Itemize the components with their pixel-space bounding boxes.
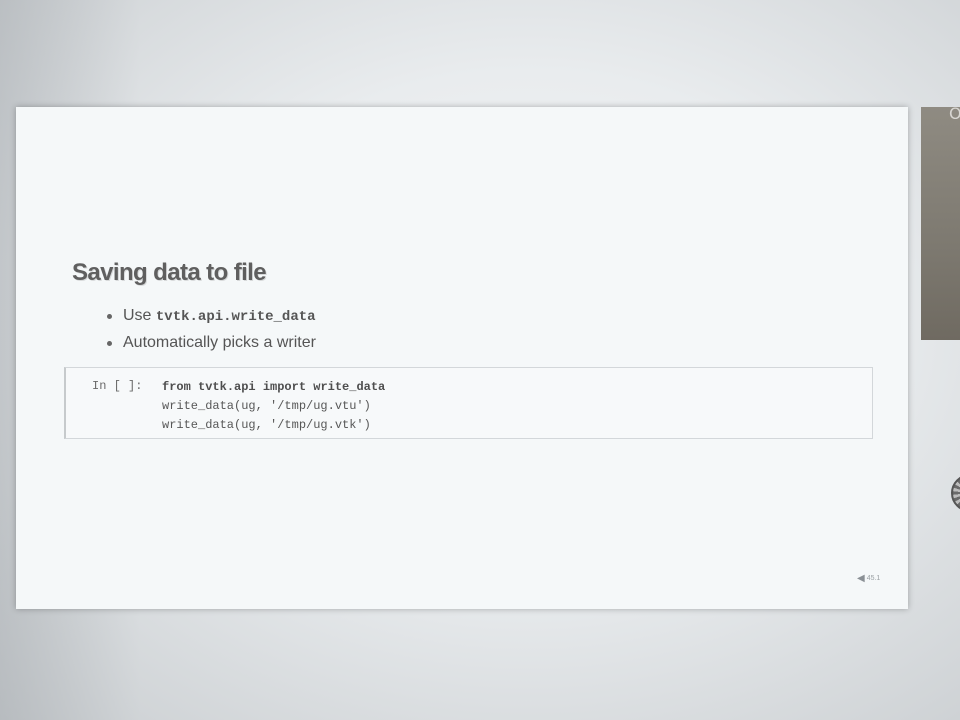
adjacent-wheel-icon <box>951 474 960 512</box>
bullet-code: tvtk.api.write_data <box>155 309 316 325</box>
bullet-item-writer: Automatically picks a writer <box>104 332 316 359</box>
slide-navigation[interactable]: ◀ 45.1 <box>857 573 880 584</box>
bullet-dot-icon <box>107 341 112 346</box>
bullet-text: Use <box>123 307 156 324</box>
code-line-3: write_data(ug, '/tmp/ug.vtk') <box>162 418 371 432</box>
bullet-item-write-data: Use tvtk.api.write_data <box>104 305 316 332</box>
slide-title: Saving data to file <box>72 259 267 286</box>
bullet-text: Automatically picks a writer <box>123 334 316 351</box>
imported-name: write_data <box>306 380 386 394</box>
code-line-2: write_data(ug, '/tmp/ug.vtu') <box>162 399 371 413</box>
module-name: tvtk.api <box>190 380 263 394</box>
code-line-1: from tvtk.api import write_data <box>162 378 385 397</box>
slide: Saving data to file Use tvtk.api.write_d… <box>16 107 908 609</box>
cell-prompt: In [ ]: <box>92 379 143 393</box>
adjacent-slide-glyph: O <box>949 104 960 123</box>
slide-number: 45.1 <box>866 575 881 582</box>
code-input[interactable]: from tvtk.api import write_data write_da… <box>162 378 385 435</box>
bullet-list: Use tvtk.api.write_data Automatically pi… <box>104 305 316 359</box>
code-cell[interactable]: In [ ]: from tvtk.api import write_data … <box>64 367 873 439</box>
bullet-dot-icon <box>107 314 112 319</box>
keyword-import: import <box>262 380 307 394</box>
keyword-from: from <box>162 380 191 394</box>
adjacent-slide-preview[interactable] <box>921 107 960 340</box>
prev-slide-arrow-icon[interactable]: ◀ <box>857 573 865 584</box>
